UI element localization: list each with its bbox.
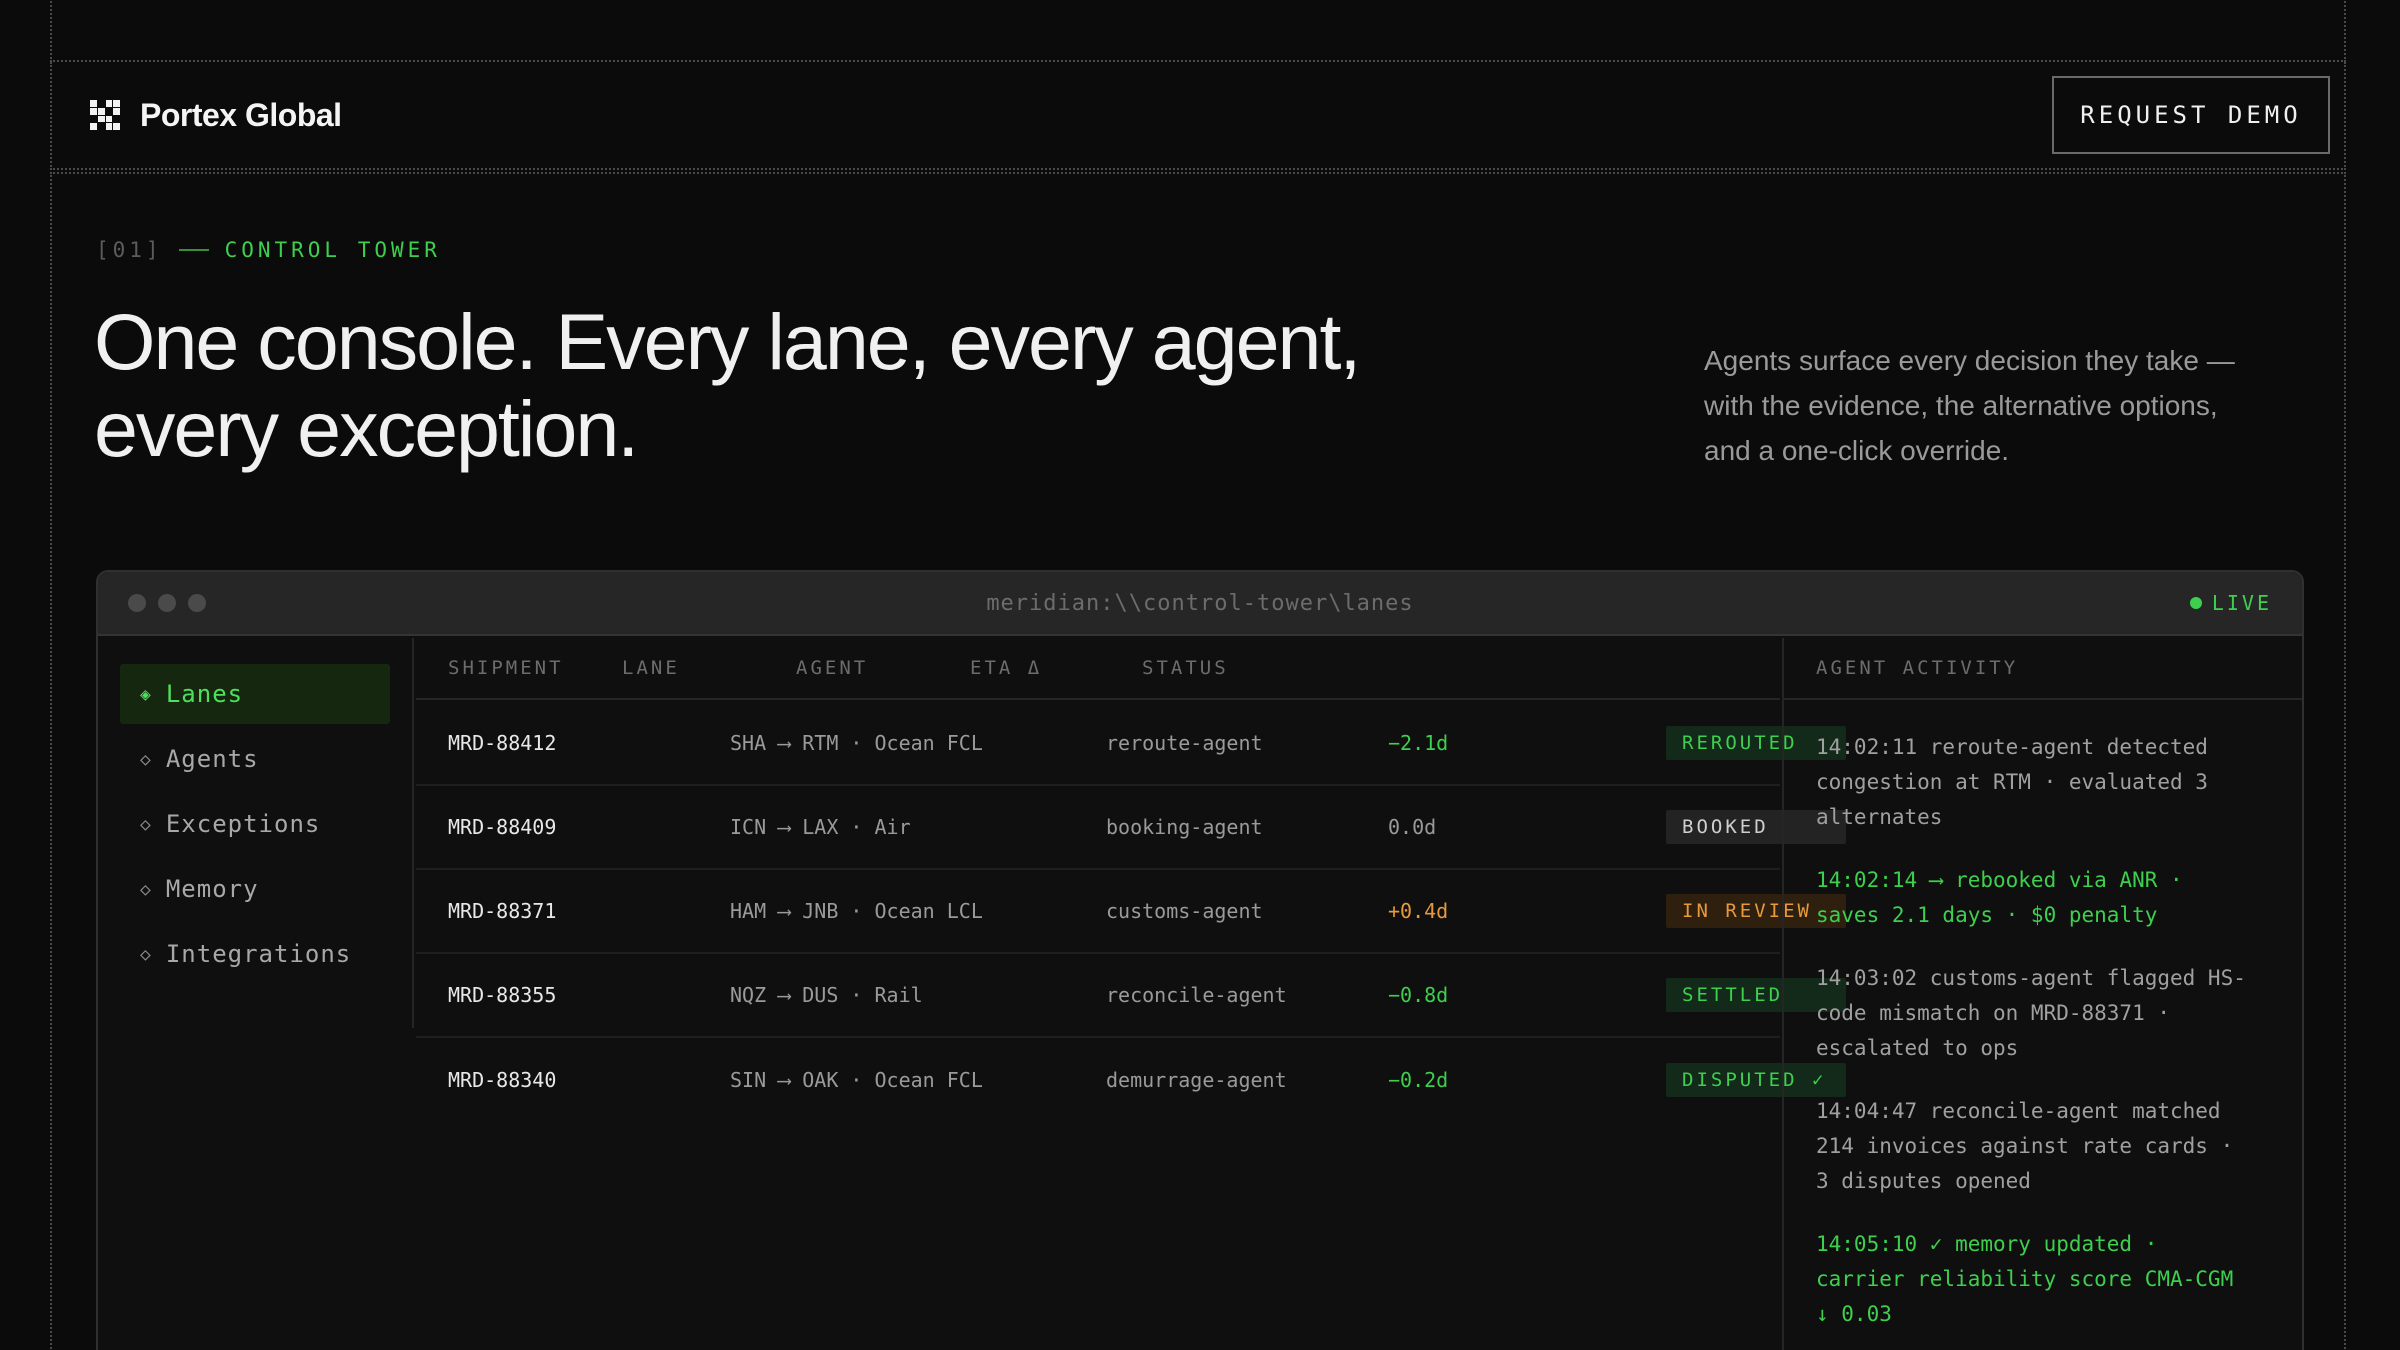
activity-title: AGENT ACTIVITY — [1784, 638, 2302, 700]
eta-delta: −2.1d — [1388, 731, 1449, 755]
activity-line: ↓ 0.03 — [1816, 1302, 1892, 1326]
activity-line: 14:05:10 ✓ memory updated · — [1816, 1232, 2158, 1256]
activity-line: congestion at RTM · evaluated 3 — [1816, 770, 2208, 794]
activity-line: 14:03:02 customs-agent flagged HS- — [1816, 966, 2246, 990]
activity-line: 14:02:11 reroute-agent detected — [1816, 735, 2208, 759]
activity-line: carrier reliability score CMA-CGM — [1816, 1267, 2234, 1291]
activity-line: 214 invoices against rate cards · — [1816, 1134, 2234, 1158]
table-header: SHIPMENT LANE AGENT ETA Δ STATUS — [416, 638, 1780, 700]
agent-name: booking-agent — [1106, 815, 1263, 839]
frame-top-border — [50, 0, 2346, 62]
sidebar-item-exceptions[interactable]: ◇ Exceptions — [120, 794, 390, 854]
diamond-outline-icon: ◇ — [140, 878, 152, 900]
agent-name: reroute-agent — [1106, 731, 1263, 755]
lane-route: ICN ⟶ LAX · Air — [730, 815, 911, 839]
sidebar-item-label: Exceptions — [165, 810, 321, 838]
hero-section: [01] CONTROL TOWER One console. Every la… — [50, 172, 2346, 1350]
agent-name: customs-agent — [1106, 899, 1263, 923]
column-header-shipment[interactable]: SHIPMENT — [448, 657, 564, 679]
section-eyebrow: [01] CONTROL TOWER — [96, 238, 441, 262]
brand-name: Portex Global — [140, 96, 342, 133]
eyebrow-dash — [178, 249, 209, 251]
activity-line: code mismatch on MRD-88371 · — [1816, 1001, 2171, 1025]
table-row[interactable]: MRD-88371 HAM ⟶ JNB · Ocean LCL customs-… — [416, 870, 1846, 954]
brand[interactable]: Portex Global — [90, 97, 342, 134]
agent-name: demurrage-agent — [1106, 1068, 1287, 1092]
request-demo-button[interactable]: REQUEST DEMO — [2052, 76, 2330, 154]
lane-route: NQZ ⟶ DUS · Rail — [730, 983, 923, 1007]
activity-entry: 14:04:47 reconcile-agent matched 214 inv… — [1816, 1094, 2276, 1199]
console-sidebar: ◈ Lanes ◇ Agents ◇ Exceptions ◇ Memory ◇… — [98, 638, 414, 1028]
section-number: [01] — [96, 238, 163, 262]
lanes-table: SHIPMENT LANE AGENT ETA Δ STATUS MRD-884… — [416, 638, 1846, 1350]
live-dot-icon — [2189, 597, 2202, 609]
shipment-id: MRD-88412 — [448, 731, 557, 755]
hero-headline: One console. Every lane, every agent, ev… — [94, 298, 1494, 472]
activity-entry: 14:05:10 ✓ memory updated · carrier reli… — [1816, 1227, 2276, 1332]
console-titlebar: meridian:\\control-tower\lanes LIVE — [98, 572, 2302, 636]
lane-route: SIN ⟶ OAK · Ocean FCL — [730, 1068, 983, 1092]
sidebar-item-label: Memory — [165, 875, 259, 903]
shipment-id: MRD-88355 — [448, 983, 557, 1007]
sidebar-item-integrations[interactable]: ◇ Integrations — [120, 924, 390, 984]
console-window: meridian:\\control-tower\lanes LIVE ◈ La… — [96, 570, 2304, 1350]
section-label: CONTROL TOWER — [224, 238, 441, 262]
activity-feed[interactable]: 14:02:11 reroute-agent detected congesti… — [1784, 700, 2302, 1332]
activity-line: 3 disputes opened — [1816, 1169, 2031, 1193]
table-row[interactable]: MRD-88340 SIN ⟶ OAK · Ocean FCL demurrag… — [416, 1038, 1846, 1122]
shipment-id: MRD-88371 — [448, 899, 557, 923]
sidebar-item-agents[interactable]: ◇ Agents — [120, 729, 390, 789]
sidebar-item-label: Lanes — [165, 680, 244, 708]
activity-line: 14:02:14 ⟶ rebooked via ANR · — [1816, 868, 2183, 892]
table-row[interactable]: MRD-88412 SHA ⟶ RTM · Ocean FCL reroute-… — [416, 702, 1846, 786]
live-indicator: LIVE — [2189, 591, 2272, 615]
site-header: Portex Global REQUEST DEMO — [50, 62, 2346, 170]
eta-delta: −0.8d — [1388, 983, 1449, 1007]
lede-line-1: Agents surface every decision they take … — [1704, 345, 2235, 376]
column-header-status[interactable]: STATUS — [1142, 657, 1229, 679]
eta-delta: +0.4d — [1388, 899, 1449, 923]
column-header-lane[interactable]: LANE — [622, 657, 680, 679]
hero-lede: Agents surface every decision they take … — [1704, 338, 2304, 473]
lane-route: HAM ⟶ JNB · Ocean LCL — [730, 899, 983, 923]
activity-line: saves 2.1 days · $0 penalty — [1816, 903, 2158, 927]
activity-line: 14:04:47 reconcile-agent matched — [1816, 1099, 2221, 1123]
diamond-outline-icon: ◇ — [140, 813, 152, 835]
live-label: LIVE — [2211, 591, 2272, 615]
shipment-id: MRD-88409 — [448, 815, 557, 839]
agent-name: reconcile-agent — [1106, 983, 1287, 1007]
sidebar-item-memory[interactable]: ◇ Memory — [120, 859, 390, 919]
table-row[interactable]: MRD-88355 NQZ ⟶ DUS · Rail reconcile-age… — [416, 954, 1846, 1038]
column-header-agent[interactable]: AGENT — [796, 657, 868, 679]
activity-entry: 14:03:02 customs-agent flagged HS- code … — [1816, 961, 2276, 1066]
eta-delta: 0.0d — [1388, 815, 1437, 839]
activity-entry: 14:02:11 reroute-agent detected congesti… — [1816, 730, 2276, 835]
lede-line-2: with the evidence, the alternative optio… — [1704, 390, 2218, 421]
sidebar-item-lanes[interactable]: ◈ Lanes — [120, 664, 390, 724]
sidebar-item-label: Integrations — [165, 940, 352, 968]
eta-delta: −0.2d — [1388, 1068, 1449, 1092]
diamond-filled-icon: ◈ — [140, 683, 152, 705]
table-row[interactable]: MRD-88409 ICN ⟶ LAX · Air booking-agent … — [416, 786, 1846, 870]
lane-route: SHA ⟶ RTM · Ocean FCL — [730, 731, 983, 755]
agent-activity-panel: AGENT ACTIVITY 14:02:11 reroute-agent de… — [1782, 638, 2302, 1350]
portex-logo-icon — [90, 100, 120, 130]
diamond-outline-icon: ◇ — [140, 943, 152, 965]
sidebar-item-label: Agents — [165, 745, 259, 773]
shipment-id: MRD-88340 — [448, 1068, 557, 1092]
diamond-outline-icon: ◇ — [140, 748, 152, 770]
activity-entry: 14:02:14 ⟶ rebooked via ANR · saves 2.1 … — [1816, 863, 2276, 933]
console-path: meridian:\\control-tower\lanes — [986, 590, 1414, 616]
headline-line-2: every exception. — [94, 384, 639, 473]
headline-line-1: One console. Every lane, every agent, — [94, 297, 1361, 386]
lede-line-3: and a one-click override. — [1704, 435, 2010, 466]
activity-line: escalated to ops — [1816, 1036, 2019, 1060]
activity-line: alternates — [1816, 805, 1943, 829]
column-header-eta[interactable]: ETA Δ — [970, 657, 1042, 679]
